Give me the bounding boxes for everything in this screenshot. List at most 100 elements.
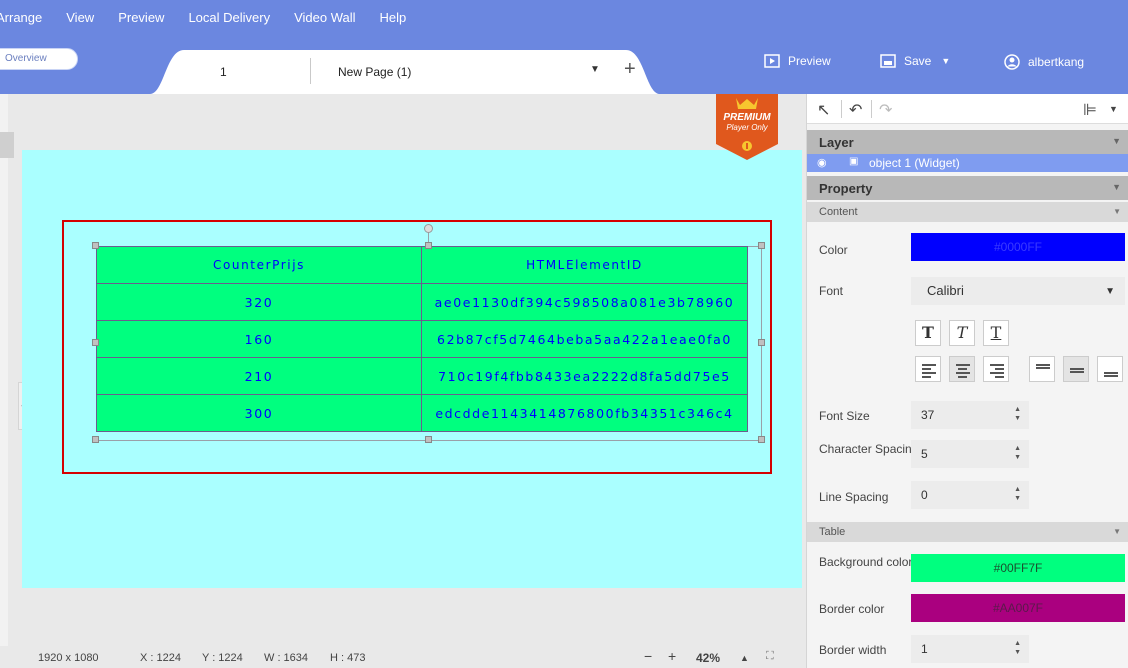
character-spacing-value: 5: [921, 447, 928, 461]
page-dropdown-icon[interactable]: ▼: [590, 64, 600, 75]
right-panel: ↖ ↶ ↷ ⊫ ▼ Layer ▼ ◉ ▣ object 1 (Widget) P…: [806, 94, 1128, 668]
menu-bar: Arrange View Preview Local Delivery Vide…: [0, 0, 1128, 34]
resize-handle-w[interactable]: [92, 339, 99, 346]
background-color-swatch[interactable]: #00FF7F: [911, 554, 1125, 582]
border-width-value: 1: [921, 642, 928, 656]
character-spacing-stepper[interactable]: 5 ▲ ▼: [911, 440, 1029, 468]
tab-bar: Overview 1 New Page (1) ▼ + Preview Save…: [0, 34, 1128, 94]
table-widget[interactable]: CounterPrijs HTMLElementID 320 ae0e1130d…: [96, 246, 748, 432]
table-cell: 62b87cf5d7464beba5aa422a1eae0fa0: [421, 320, 748, 358]
border-width-stepper[interactable]: 1 ▲ ▼: [911, 635, 1029, 663]
resize-handle-ne[interactable]: [758, 242, 765, 249]
layer-title: Layer: [819, 135, 854, 150]
save-dropdown-icon[interactable]: ▼: [941, 56, 950, 66]
table-section-header[interactable]: Table ▼: [807, 522, 1128, 542]
background-color-label: Background color: [819, 555, 913, 569]
table-cell: ae0e1130df394c598508a081e3b78960: [421, 283, 748, 321]
align-left-button[interactable]: [915, 356, 941, 382]
premium-badge[interactable]: PREMIUM Player Only: [714, 94, 780, 160]
align-center-button[interactable]: [949, 356, 975, 382]
table-header-cell: HTMLElementID: [421, 246, 748, 284]
menu-preview[interactable]: Preview: [118, 10, 164, 25]
table-header-cell: CounterPrijs: [96, 246, 422, 284]
align-dropdown-icon[interactable]: ▼: [1109, 104, 1118, 114]
table-row: 320 ae0e1130df394c598508a081e3b78960: [96, 283, 748, 321]
italic-button[interactable]: T: [949, 320, 975, 346]
layer-item-label: object 1 (Widget): [869, 156, 960, 170]
line-spacing-value: 0: [921, 488, 928, 502]
user-menu[interactable]: albertkang: [1004, 54, 1084, 70]
rotate-handle[interactable]: [424, 224, 433, 233]
page-tab-name[interactable]: New Page (1): [338, 65, 411, 79]
resize-handle-e[interactable]: [758, 339, 765, 346]
border-width-label: Border width: [819, 643, 887, 657]
eye-icon[interactable]: ◉: [817, 156, 827, 169]
data-table: CounterPrijs HTMLElementID 320 ae0e1130d…: [96, 246, 748, 432]
property-section-header[interactable]: Property ▼: [807, 176, 1128, 200]
zoom-in-button[interactable]: +: [668, 648, 676, 664]
resize-handle-n[interactable]: [425, 242, 432, 249]
stepper-arrows-icon[interactable]: ▲ ▼: [1014, 639, 1021, 657]
chevron-down-icon: ▼: [1105, 286, 1115, 297]
page-tab[interactable]: 1 New Page (1) ▼ +: [150, 50, 660, 94]
font-select[interactable]: Calibri ▼: [911, 277, 1125, 305]
font-size-value: 37: [921, 408, 935, 422]
page-stage[interactable]: CounterPrijs HTMLElementID 320 ae0e1130d…: [22, 150, 802, 588]
align-icon[interactable]: ⊫: [1083, 100, 1097, 120]
text-color-swatch[interactable]: #0000FF: [911, 233, 1125, 261]
table-cell: 710c19f4fbb8433ea2222d8fa5dd75e5: [421, 357, 748, 395]
resize-handle-sw[interactable]: [92, 436, 99, 443]
premium-title: PREMIUM: [723, 112, 771, 123]
menu-video-wall[interactable]: Video Wall: [294, 10, 355, 25]
panel-toolbar: ↖ ↶ ↷ ⊫ ▼: [807, 94, 1128, 124]
chevron-down-icon: ▼: [1112, 182, 1121, 192]
resize-handle-s[interactable]: [425, 436, 432, 443]
menu-help[interactable]: Help: [380, 10, 407, 25]
align-right-button[interactable]: [983, 356, 1009, 382]
select-tool-icon[interactable]: ↖: [817, 100, 830, 120]
menu-view[interactable]: View: [66, 10, 94, 25]
color-label: Color: [819, 243, 848, 257]
canvas-area[interactable]: ‹‹ CounterPrijs HTMLElementID 320 ae0e11…: [0, 94, 806, 646]
underline-button[interactable]: T: [983, 320, 1009, 346]
left-ruler-marker: [0, 132, 14, 158]
resize-handle-se[interactable]: [758, 436, 765, 443]
table-row: 300 edcdde1143414876800fb34351c346c4: [96, 394, 748, 432]
tab-divider: [310, 58, 311, 84]
stepper-arrows-icon[interactable]: ▲ ▼: [1014, 405, 1021, 423]
valign-bottom-button[interactable]: [1097, 356, 1123, 382]
fullscreen-icon[interactable]: ⛶: [766, 650, 774, 663]
menu-local-delivery[interactable]: Local Delivery: [188, 10, 270, 25]
table-cell: 210: [96, 357, 422, 395]
layer-item[interactable]: ◉ ▣ object 1 (Widget): [807, 154, 1128, 172]
zoom-menu-icon[interactable]: ▲: [740, 653, 749, 663]
valign-top-button[interactable]: [1029, 356, 1055, 382]
content-section-header[interactable]: Content ▼: [807, 202, 1128, 222]
preview-button[interactable]: Preview: [764, 54, 831, 68]
overview-tab[interactable]: Overview: [0, 48, 78, 70]
redo-icon[interactable]: ↷: [879, 100, 892, 120]
stepper-arrows-icon[interactable]: ▲ ▼: [1014, 444, 1021, 462]
bold-button[interactable]: T: [915, 320, 941, 346]
font-size-label: Font Size: [819, 409, 870, 423]
valign-middle-button[interactable]: [1063, 356, 1089, 382]
menu-arrange[interactable]: Arrange: [0, 10, 42, 25]
border-color-swatch[interactable]: #AA007F: [911, 594, 1125, 622]
font-size-stepper[interactable]: 37 ▲ ▼: [911, 401, 1029, 429]
resize-handle-nw[interactable]: [92, 242, 99, 249]
layer-section-header[interactable]: Layer ▼: [807, 130, 1128, 154]
border-color-label: Border color: [819, 602, 885, 616]
save-icon: [880, 54, 896, 68]
play-icon: [764, 54, 780, 68]
save-button[interactable]: Save ▼: [880, 54, 950, 68]
undo-icon[interactable]: ↶: [849, 100, 862, 120]
table-header-row: CounterPrijs HTMLElementID: [96, 246, 748, 284]
add-page-icon[interactable]: +: [624, 58, 636, 81]
tool-divider: [841, 100, 842, 118]
stepper-arrows-icon[interactable]: ▲ ▼: [1014, 485, 1021, 503]
tool-divider: [871, 100, 872, 118]
zoom-out-button[interactable]: −: [644, 648, 652, 664]
font-value: Calibri: [927, 283, 964, 298]
line-spacing-stepper[interactable]: 0 ▲ ▼: [911, 481, 1029, 509]
table-row: 210 710c19f4fbb8433ea2222d8fa5dd75e5: [96, 357, 748, 395]
